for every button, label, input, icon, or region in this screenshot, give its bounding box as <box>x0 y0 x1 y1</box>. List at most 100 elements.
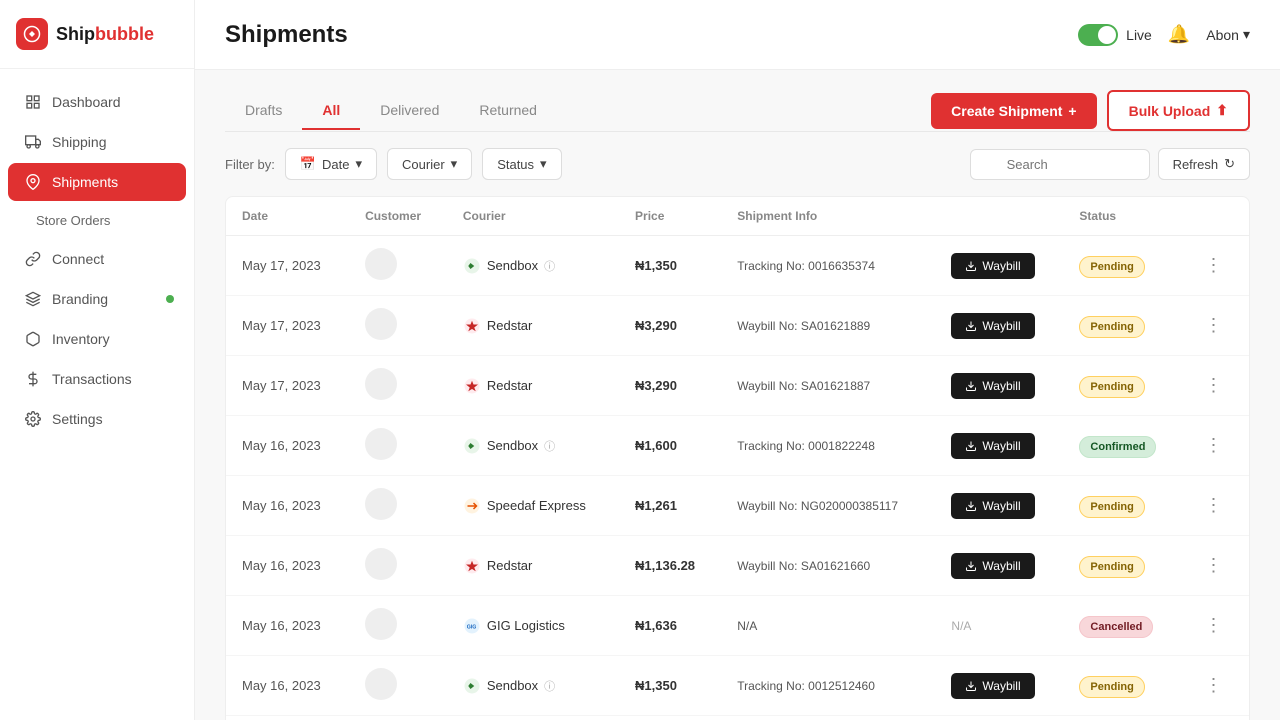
cell-more: ⋮ <box>1185 536 1249 596</box>
cell-status: Pending <box>1063 656 1184 716</box>
bulk-upload-button[interactable]: Bulk Upload ⬆ <box>1107 90 1250 131</box>
status-badge: Confirmed <box>1079 436 1156 458</box>
cell-more: ⋮ <box>1185 356 1249 416</box>
cell-date: May 16, 2023 <box>226 476 349 536</box>
courier-name: Sendbox <box>487 258 538 273</box>
date-chevron-icon: ▾ <box>356 156 363 172</box>
header-right: Live 🔔 Abon ▾ <box>1078 24 1250 46</box>
tab-drafts[interactable]: Drafts <box>225 92 302 130</box>
waybill-button[interactable]: Waybill <box>951 493 1034 519</box>
sidebar-item-dashboard[interactable]: Dashboard <box>8 83 186 121</box>
user-dropdown-icon: ▾ <box>1243 26 1250 43</box>
tabs-bar: Drafts All Delivered Returned Create Shi… <box>225 70 1250 132</box>
status-filter-button[interactable]: Status ▾ <box>482 148 561 180</box>
sidebar-item-connect-label: Connect <box>52 251 104 267</box>
user-menu-button[interactable]: Abon ▾ <box>1206 26 1250 43</box>
tab-returned[interactable]: Returned <box>459 92 557 130</box>
shipments-icon <box>24 173 42 191</box>
search-wrap: 🔍 Refresh ↻ <box>970 148 1250 180</box>
courier-name: Sendbox <box>487 678 538 693</box>
sidebar-item-shipments[interactable]: Shipments <box>8 163 186 201</box>
tab-all[interactable]: All <box>302 92 360 130</box>
sidebar-item-inventory[interactable]: Inventory <box>8 320 186 358</box>
cell-courier: Redstar <box>447 716 619 720</box>
refresh-icon: ↻ <box>1224 156 1235 172</box>
more-options-button[interactable]: ⋮ <box>1201 611 1227 640</box>
more-options-button[interactable]: ⋮ <box>1201 251 1227 280</box>
date-filter-button[interactable]: 📅 Date ▾ <box>285 148 377 180</box>
search-input-wrap: 🔍 <box>970 149 1150 180</box>
sidebar-item-connect[interactable]: Connect <box>8 240 186 278</box>
more-options-button[interactable]: ⋮ <box>1201 551 1227 580</box>
waybill-button[interactable]: Waybill <box>951 313 1034 339</box>
status-chevron-icon: ▾ <box>540 156 547 172</box>
cell-shipment-info: Waybill No: SA01621889 <box>721 296 935 356</box>
dashboard-icon <box>24 93 42 111</box>
logo-area: Shipbubble <box>0 0 194 69</box>
plus-icon: + <box>1068 103 1076 119</box>
waybill-button[interactable]: Waybill <box>951 373 1034 399</box>
sidebar-item-dashboard-label: Dashboard <box>52 94 121 110</box>
courier-name: Sendbox <box>487 438 538 453</box>
user-name-label: Abon <box>1206 27 1239 43</box>
cell-waybill-btn: Waybill <box>935 476 1063 536</box>
date-filter-label: Date <box>322 157 349 172</box>
cell-waybill-btn: Waybill <box>935 296 1063 356</box>
cell-date: May 16, 2023 <box>226 716 349 720</box>
cell-customer <box>349 596 447 656</box>
waybill-button[interactable]: Waybill <box>951 673 1034 699</box>
waybill-button[interactable]: Waybill <box>951 553 1034 579</box>
upload-icon: ⬆ <box>1216 102 1228 119</box>
connect-icon <box>24 250 42 268</box>
status-badge: Pending <box>1079 256 1144 278</box>
cell-status: Pending <box>1063 236 1184 296</box>
shipping-icon <box>24 133 42 151</box>
tab-delivered[interactable]: Delivered <box>360 92 459 130</box>
refresh-button[interactable]: Refresh ↻ <box>1158 148 1250 180</box>
cell-shipment-info: N/A <box>721 596 935 656</box>
more-options-button[interactable]: ⋮ <box>1201 311 1227 340</box>
cell-status: Pending <box>1063 356 1184 416</box>
info-icon: ⓘ <box>544 678 555 694</box>
courier-chevron-icon: ▾ <box>451 156 458 172</box>
toggle-knob <box>1098 26 1116 44</box>
calendar-icon: 📅 <box>300 156 316 172</box>
tabs-left: Drafts All Delivered Returned <box>225 92 557 129</box>
cell-waybill-btn: Waybill <box>935 236 1063 296</box>
courier-filter-button[interactable]: Courier ▾ <box>387 148 472 180</box>
waybill-button[interactable]: Waybill <box>951 253 1034 279</box>
col-waybill <box>935 197 1063 236</box>
more-options-button[interactable]: ⋮ <box>1201 371 1227 400</box>
live-toggle[interactable]: Live <box>1078 24 1152 46</box>
table-row: May 16, 2023 Redstar ₦1,136.28 Waybill N… <box>226 536 1249 596</box>
sidebar-item-shipping[interactable]: Shipping <box>8 123 186 161</box>
col-actions <box>1185 197 1249 236</box>
sidebar-item-settings[interactable]: Settings <box>8 400 186 438</box>
create-shipment-button[interactable]: Create Shipment + <box>931 93 1096 129</box>
cell-price: ₦1,136.28 <box>619 536 721 596</box>
live-label: Live <box>1126 27 1152 43</box>
courier-filter-label: Courier <box>402 157 445 172</box>
status-badge: Cancelled <box>1079 616 1153 638</box>
sidebar-item-branding-label: Branding <box>52 291 108 307</box>
more-options-button[interactable]: ⋮ <box>1201 491 1227 520</box>
more-options-button[interactable]: ⋮ <box>1201 431 1227 460</box>
search-input[interactable] <box>970 149 1150 180</box>
waybill-button[interactable]: Waybill <box>951 433 1034 459</box>
table-row: May 16, 2023 Sendbox ⓘ ₦1,350 Tracking N… <box>226 656 1249 716</box>
cell-courier: Redstar <box>447 296 619 356</box>
sidebar-item-branding[interactable]: Branding <box>8 280 186 318</box>
more-options-button[interactable]: ⋮ <box>1201 671 1227 700</box>
sidebar-item-shipping-label: Shipping <box>52 134 107 150</box>
sidebar-item-transactions[interactable]: Transactions <box>8 360 186 398</box>
sidebar-item-inventory-label: Inventory <box>52 331 110 347</box>
cell-price: ₦1,350 <box>619 656 721 716</box>
courier-name: GIG Logistics <box>487 618 565 633</box>
col-status: Status <box>1063 197 1184 236</box>
notification-bell-icon[interactable]: 🔔 <box>1168 24 1190 45</box>
sidebar-item-store-orders[interactable]: Store Orders <box>8 203 186 238</box>
cell-shipment-info: Tracking No: 0012512460 <box>721 656 935 716</box>
courier-name: Redstar <box>487 378 533 393</box>
cell-shipment-info: Waybill No: SA01621660 <box>721 536 935 596</box>
toggle-switch[interactable] <box>1078 24 1118 46</box>
